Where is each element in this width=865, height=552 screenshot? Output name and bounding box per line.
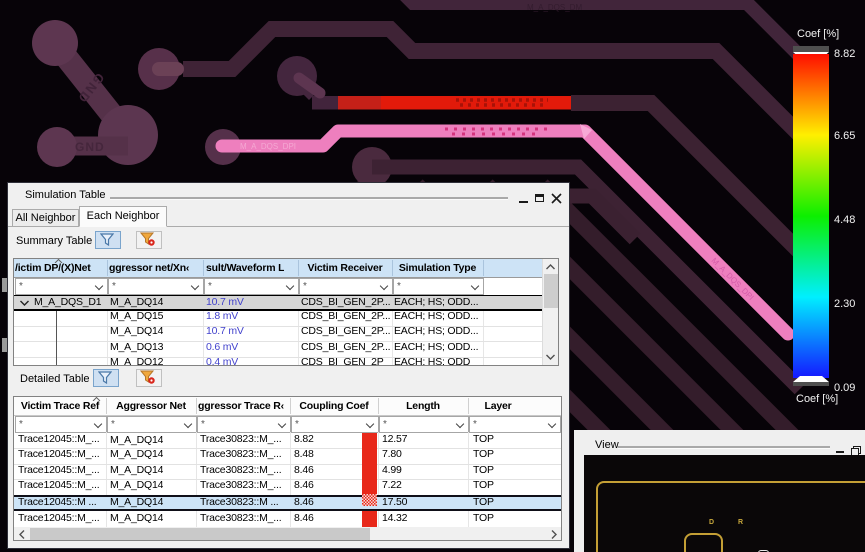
- svg-text:2.30: 2.30: [834, 298, 855, 310]
- svg-text:Coef [%]: Coef [%]: [797, 28, 839, 40]
- svg-text:GND: GND: [75, 140, 105, 154]
- svg-text:M_A_DQS_DPI: M_A_DQS_DPI: [240, 142, 296, 151]
- svg-text:8.82: 8.82: [834, 48, 855, 60]
- svg-text:Coef [%]: Coef [%]: [796, 393, 838, 405]
- svg-text:6.65: 6.65: [834, 130, 855, 142]
- svg-text:M_A_DQS_DM: M_A_DQS_DM: [527, 3, 582, 12]
- svg-text:4.48: 4.48: [834, 214, 855, 226]
